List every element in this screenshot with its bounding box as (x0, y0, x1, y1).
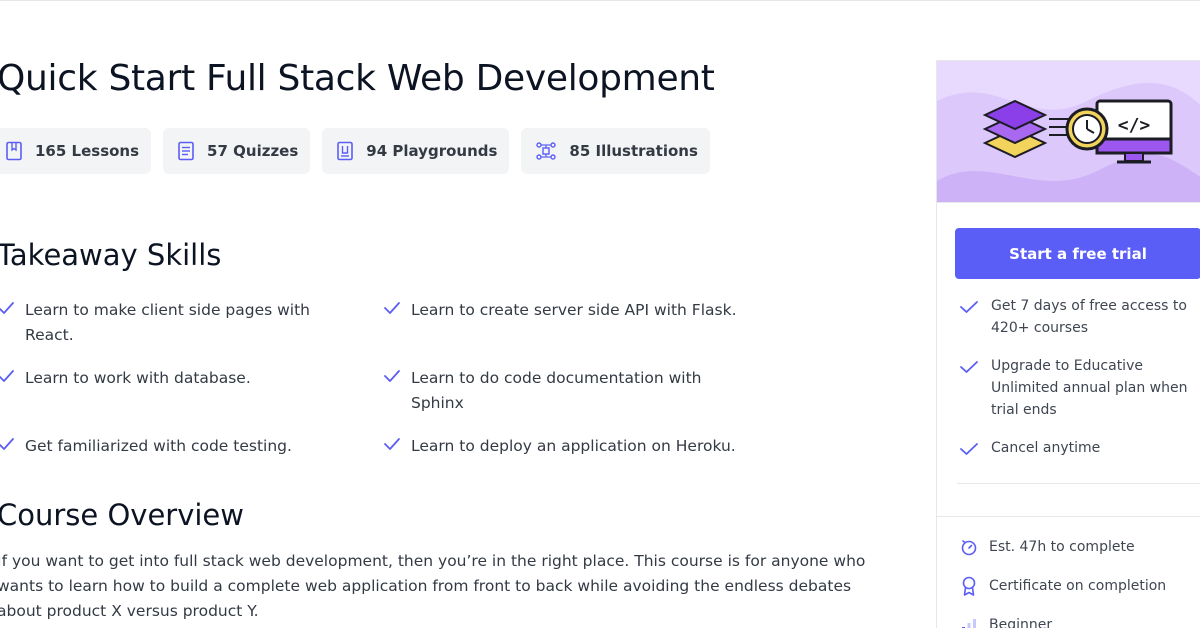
course-main-content: Quick Start Full Stack Web Development 1… (0, 0, 897, 628)
check-icon (384, 370, 400, 382)
skill-text: Learn to work with database. (25, 369, 251, 387)
sidebar-section-divider (937, 516, 1200, 517)
skill-text: Get familiarized with code testing. (25, 437, 292, 455)
check-icon (384, 302, 400, 314)
skill-item: Learn to deploy an application on Heroku… (383, 434, 783, 459)
skill-text: Learn to deploy an application on Heroku… (411, 437, 736, 455)
skill-item: Learn to do code documentation with Sphi… (383, 366, 733, 416)
playground-icon (336, 141, 354, 161)
skill-text: Learn to do code documentation with Sphi… (411, 369, 702, 412)
check-icon (0, 438, 14, 450)
check-icon (960, 361, 978, 373)
stat-lessons: 165 Lessons (0, 128, 152, 174)
sidebar-divider (957, 483, 1200, 484)
benefit-item: Get 7 days of free access to 420+ course… (959, 295, 1199, 339)
check-icon (960, 301, 978, 313)
quiz-icon (177, 141, 195, 161)
certificate-icon (962, 576, 976, 596)
course-title: Quick Start Full Stack Web Development (0, 58, 715, 99)
benefit-text: Upgrade to Educative Unlimited annual pl… (991, 358, 1188, 418)
meta-item-duration: Est. 47h to complete (959, 536, 1199, 558)
start-free-trial-button[interactable]: Start a free trial (955, 228, 1200, 279)
skill-item: Learn to make client side pages with Rea… (0, 298, 347, 348)
meta-item-level: Beginner (959, 614, 1199, 628)
stat-playgrounds: 94 Playgrounds (322, 128, 510, 174)
meta-certificate-text: Certificate on completion (989, 578, 1167, 594)
stat-quizzes: 57 Quizzes (163, 128, 311, 174)
takeaway-skills-title: Takeaway Skills (0, 238, 222, 272)
stat-illustrations: 85 Illustrations (521, 128, 710, 174)
benefit-text: Get 7 days of free access to 420+ course… (991, 298, 1187, 336)
check-icon (960, 443, 978, 455)
timer-icon (961, 540, 977, 556)
course-stats: 165 Lessons 57 Quizzes 94 Playgrounds 85… (0, 128, 710, 174)
benefit-text: Cancel anytime (991, 440, 1101, 456)
course-sidebar: </> Start a free trial Get 7 days of fre… (936, 60, 1200, 628)
check-icon (384, 438, 400, 450)
course-cover-icon: </> (937, 61, 1200, 202)
svg-text:</>: </> (1118, 115, 1151, 136)
meta-duration-text: Est. 47h to complete (989, 539, 1135, 555)
level-icon (962, 619, 976, 628)
takeaway-skills-list: Learn to make client side pages with Rea… (0, 298, 797, 468)
check-icon (0, 370, 14, 382)
skill-item: Get familiarized with code testing. (0, 434, 347, 459)
meta-item-certificate: Certificate on completion (959, 575, 1199, 597)
check-icon (0, 302, 14, 314)
benefit-item: Upgrade to Educative Unlimited annual pl… (959, 355, 1199, 421)
skill-item: Learn to create server side API with Fla… (383, 298, 783, 323)
course-hero-illustration: </> (937, 61, 1200, 203)
illustration-icon (535, 141, 557, 161)
course-overview-text: If you want to get into full stack web d… (0, 552, 866, 620)
skill-text: Learn to create server side API with Fla… (411, 301, 737, 319)
skill-item: Learn to work with database. (0, 366, 347, 391)
stat-quizzes-label: 57 Quizzes (207, 142, 299, 160)
skill-text: Learn to make client side pages with Rea… (25, 301, 311, 344)
trial-benefits-list: Get 7 days of free access to 420+ course… (959, 295, 1199, 475)
course-meta-list: Est. 47h to complete Certificate on comp… (959, 536, 1199, 628)
meta-level-text: Beginner (989, 617, 1053, 628)
book-icon (5, 141, 23, 161)
stat-illustrations-label: 85 Illustrations (569, 142, 698, 160)
stat-lessons-label: 165 Lessons (35, 142, 140, 160)
benefit-item: Cancel anytime (959, 437, 1199, 459)
stat-playgrounds-label: 94 Playgrounds (366, 142, 498, 160)
course-overview-title: Course Overview (0, 498, 244, 532)
